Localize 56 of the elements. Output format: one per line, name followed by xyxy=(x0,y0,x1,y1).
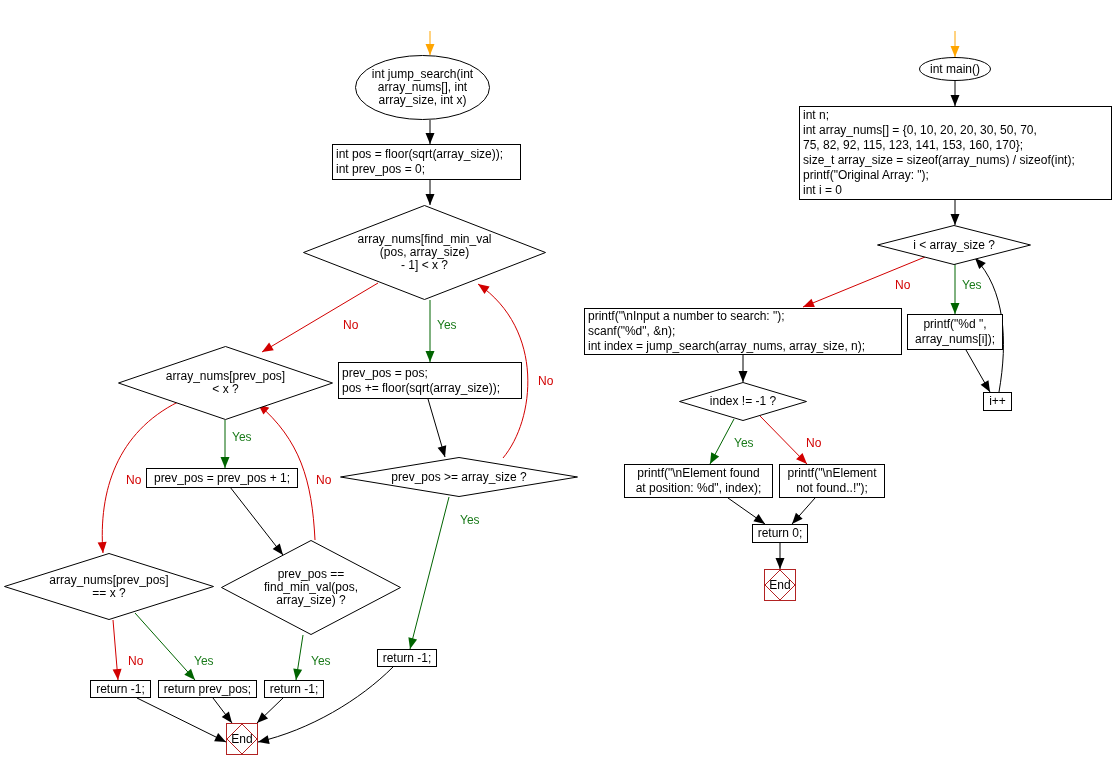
decision-node: prev_pos == find_min_val(pos, array_size) ? xyxy=(221,540,401,635)
branch-label: Yes xyxy=(734,436,754,450)
connector-arrow xyxy=(425,299,435,363)
start-node: int main() xyxy=(919,57,991,81)
connector-arrow xyxy=(950,80,960,107)
branch-label: Yes xyxy=(962,278,982,292)
connector-arrow xyxy=(112,619,122,681)
entry-arrow xyxy=(950,30,960,58)
start-node: int jump_search(int array_nums[], int array_size, int x) xyxy=(355,55,490,120)
decision-node: index != -1 ? xyxy=(679,382,807,421)
process-step: int pos = floor(sqrt(array_size)); int prev_pos = 0; xyxy=(332,144,521,180)
branch-label: Yes xyxy=(311,654,331,668)
end-node: End xyxy=(226,723,258,755)
decision-node: array_nums[prev_pos] == x ? xyxy=(4,553,214,620)
process-step: printf("%d ", array_nums[i]); xyxy=(907,314,1003,350)
connector-arrow xyxy=(950,199,960,226)
connector-arrow xyxy=(791,497,816,525)
process-step: return -1; xyxy=(264,680,324,698)
branch-label: No xyxy=(538,374,554,388)
branch-label: No xyxy=(343,318,359,332)
process-step: prev_pos = prev_pos + 1; xyxy=(146,468,298,488)
connector-arrow xyxy=(709,418,735,465)
process-step: printf("\nInput a number to search: "); scanf("%d", &n); int index = jump_search(array_nums, array_size, n); xyxy=(584,308,902,355)
connector-arrow xyxy=(220,419,230,469)
connector-arrow xyxy=(425,179,435,206)
branch-label: Yes xyxy=(437,318,457,332)
decision-node: array_nums[find_min_val (pos, array_size) - 1] < x ? xyxy=(303,205,546,300)
decision-node: array_nums[prev_pos] < x ? xyxy=(118,346,333,420)
connector-arrow xyxy=(759,415,808,465)
end-node: End xyxy=(764,569,796,601)
branch-label: No xyxy=(126,473,142,487)
decision-node: prev_pos >= array_size ? xyxy=(340,457,578,497)
branch-label: Yes xyxy=(232,430,252,444)
process-step: printf("\nElement found at position: %d", index); xyxy=(624,464,773,498)
process-step: printf("\nElement not found..!"); xyxy=(779,464,885,498)
branch-label: No xyxy=(806,436,822,450)
connector-arrow xyxy=(738,354,748,383)
connector-arrow xyxy=(427,398,447,458)
decision-node: i < array_size ? xyxy=(877,225,1031,265)
connector-arrow xyxy=(727,497,766,525)
branch-label: No xyxy=(128,654,144,668)
process-step: return -1; xyxy=(377,649,437,667)
process-step: return 0; xyxy=(752,524,808,543)
process-step: prev_pos = pos; pos += floor(sqrt(array_size)); xyxy=(338,362,522,399)
branch-label: Yes xyxy=(460,513,480,527)
connector-arrow xyxy=(775,542,785,570)
branch-label: No xyxy=(895,278,911,292)
branch-label: Yes xyxy=(194,654,214,668)
connector-arrow xyxy=(425,119,435,145)
process-step: return prev_pos; xyxy=(158,680,257,698)
entry-arrow xyxy=(425,30,435,56)
process-step: return -1; xyxy=(90,680,151,698)
process-step: int n; int array_nums[] = {0, 10, 20, 20, 30, 50, 70, 75, 82, 92, 115, 123, 141, 153, 160, 170}; size_t array_size = sizeof(array_nums) / sizeof(int); printf("Original Array: "); int i = 0 xyxy=(799,106,1112,200)
process-step: i++ xyxy=(983,392,1012,411)
connector-arrow xyxy=(950,263,960,315)
branch-label: No xyxy=(316,473,332,487)
